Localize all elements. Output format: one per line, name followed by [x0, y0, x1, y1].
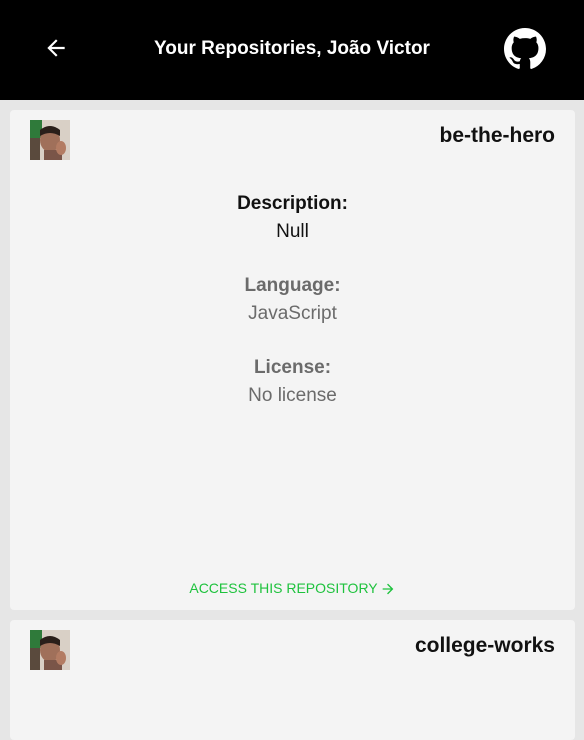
back-button[interactable]: [40, 32, 72, 64]
repo-card: college-works: [10, 620, 575, 740]
avatar: [30, 630, 70, 670]
github-icon: [504, 28, 546, 69]
repo-card: be-the-hero Description: Null Language: …: [10, 110, 575, 610]
access-repository-link[interactable]: ACCESS THIS REPOSITORY: [10, 580, 575, 597]
license-value: No license: [248, 385, 337, 406]
repo-name: college-works: [414, 634, 555, 657]
arrow-left-icon: [47, 39, 65, 57]
github-button[interactable]: [504, 28, 546, 70]
access-repository-label: ACCESS THIS REPOSITORY: [189, 580, 378, 596]
description-value: Null: [276, 221, 309, 242]
repo-name: be-the-hero: [439, 124, 556, 147]
arrow-right-icon: [382, 583, 393, 595]
language-field: Language: JavaScript: [10, 275, 575, 325]
license-label: License:: [253, 357, 332, 378]
language-value: JavaScript: [248, 303, 337, 324]
app-header: Your Repositories, João Victor: [0, 0, 584, 100]
description-label: Description:: [237, 193, 348, 214]
page-title: Your Repositories, João Victor: [154, 38, 430, 59]
description-field: Description: Null: [10, 193, 575, 243]
language-label: Language:: [244, 275, 341, 296]
license-field: License: No license: [10, 357, 575, 407]
avatar: [30, 120, 70, 160]
